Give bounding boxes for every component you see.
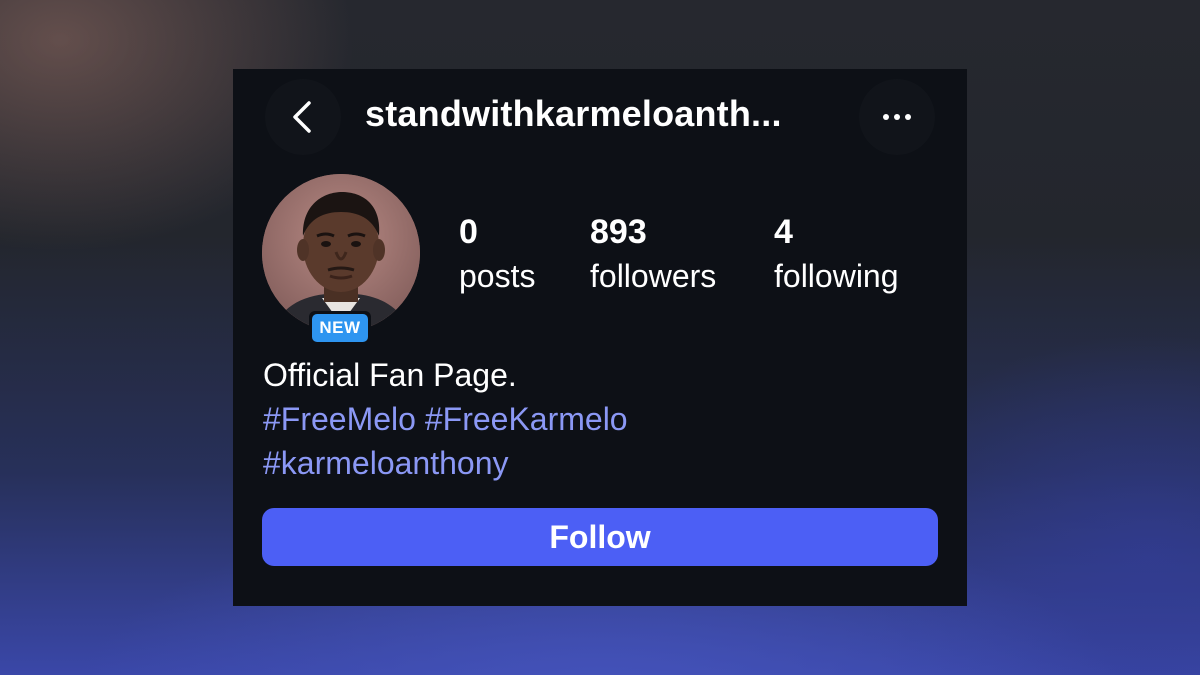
stat-following[interactable]: 4 following bbox=[774, 211, 899, 299]
profile-photo-icon bbox=[262, 174, 420, 332]
avatar[interactable] bbox=[262, 174, 420, 332]
follow-button[interactable]: Follow bbox=[262, 508, 938, 566]
back-button[interactable] bbox=[265, 79, 341, 155]
following-count: 4 bbox=[774, 213, 793, 251]
profile-card: standwithkarmeloanth... NEW 0 posts 893 … bbox=[233, 69, 967, 606]
followers-count: 893 bbox=[590, 213, 647, 251]
chevron-left-icon bbox=[293, 101, 311, 133]
hashtag-link[interactable]: #FreeMelo bbox=[263, 401, 416, 437]
avatar-container[interactable]: NEW bbox=[262, 174, 420, 345]
profile-username: standwithkarmeloanth... bbox=[365, 93, 782, 134]
new-badge: NEW bbox=[309, 311, 371, 345]
bio-text: Official Fan Page. bbox=[263, 357, 517, 393]
followers-label: followers bbox=[590, 258, 717, 294]
stat-followers[interactable]: 893 followers bbox=[590, 211, 716, 299]
new-badge-label: NEW bbox=[312, 314, 368, 342]
more-options-button[interactable] bbox=[859, 79, 935, 155]
profile-bio: Official Fan Page. #FreeMelo #FreeKarmel… bbox=[263, 353, 943, 485]
following-label: following bbox=[774, 258, 899, 294]
profile-header: standwithkarmeloanth... bbox=[233, 69, 967, 164]
posts-label: posts bbox=[459, 258, 536, 294]
hashtag-link[interactable]: #karmeloanthony bbox=[263, 445, 508, 481]
hashtag-link[interactable]: #FreeKarmelo bbox=[425, 401, 628, 437]
stat-posts[interactable]: 0 posts bbox=[459, 211, 535, 299]
posts-count: 0 bbox=[459, 213, 478, 251]
ellipsis-horizontal-icon bbox=[883, 114, 911, 120]
